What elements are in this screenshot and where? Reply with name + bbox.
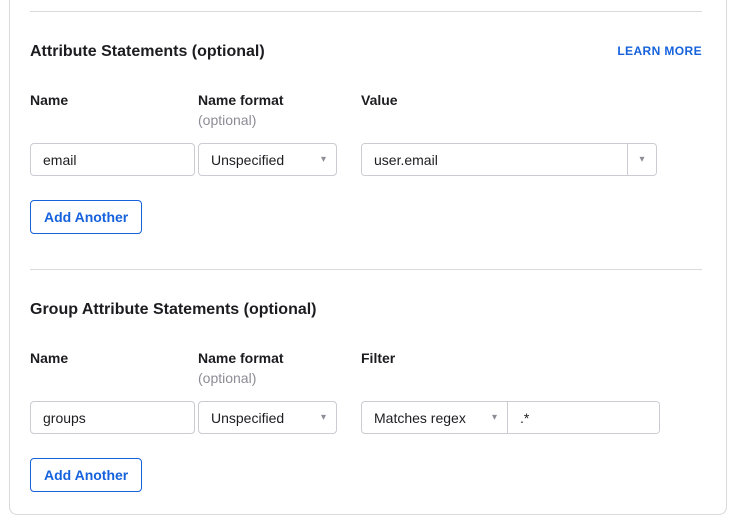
saml-settings-card: Attribute Statements (optional) LEARN MO… xyxy=(9,0,727,515)
section-divider xyxy=(30,269,702,270)
chevron-down-icon: ▾ xyxy=(321,413,326,423)
column-header-name: Name xyxy=(30,349,198,387)
add-another-button[interactable]: Add Another xyxy=(30,200,142,234)
section-divider xyxy=(30,11,702,12)
chevron-down-icon: ▾ xyxy=(639,155,644,165)
attribute-value-combo: ▾ xyxy=(361,143,657,176)
group-attribute-name-input[interactable] xyxy=(30,401,195,434)
filter-type-select[interactable]: Matches regex ▾ xyxy=(362,402,508,433)
column-header-name-format: Name format xyxy=(198,349,361,367)
column-header-name: Name xyxy=(30,91,198,129)
column-headers: Name Name format (optional) Value xyxy=(30,91,702,129)
chevron-down-icon: ▾ xyxy=(492,413,497,423)
column-headers: Name Name format (optional) Filter xyxy=(30,349,702,387)
group-filter-combo: Matches regex ▾ xyxy=(361,401,660,434)
name-format-selected-value: Unspecified xyxy=(211,410,284,426)
name-format-select[interactable]: Unspecified ▾ xyxy=(198,143,337,176)
attribute-row: Unspecified ▾ ▾ xyxy=(30,143,702,176)
attribute-value-dropdown-button[interactable]: ▾ xyxy=(627,144,656,175)
filter-value-input[interactable] xyxy=(508,402,659,433)
chevron-down-icon: ▾ xyxy=(321,155,326,165)
column-header-name-format: Name format xyxy=(198,91,361,109)
filter-type-selected-value: Matches regex xyxy=(374,410,466,426)
group-attribute-statements-section: Group Attribute Statements (optional) Na… xyxy=(30,300,702,492)
group-attribute-row: Unspecified ▾ Matches regex ▾ xyxy=(30,401,702,434)
attribute-statements-section: Attribute Statements (optional) LEARN MO… xyxy=(30,42,702,234)
name-format-select[interactable]: Unspecified ▾ xyxy=(198,401,337,434)
add-another-button[interactable]: Add Another xyxy=(30,458,142,492)
name-format-selected-value: Unspecified xyxy=(211,152,284,168)
column-header-filter: Filter xyxy=(361,349,702,387)
section-title: Group Attribute Statements (optional) xyxy=(30,300,317,320)
attribute-name-input[interactable] xyxy=(30,143,195,176)
column-header-value: Value xyxy=(361,91,702,129)
optional-note: (optional) xyxy=(198,369,361,387)
optional-note: (optional) xyxy=(198,111,361,129)
section-title: Attribute Statements (optional) xyxy=(30,42,265,62)
learn-more-link[interactable]: LEARN MORE xyxy=(617,44,702,58)
attribute-value-input[interactable] xyxy=(362,144,627,175)
